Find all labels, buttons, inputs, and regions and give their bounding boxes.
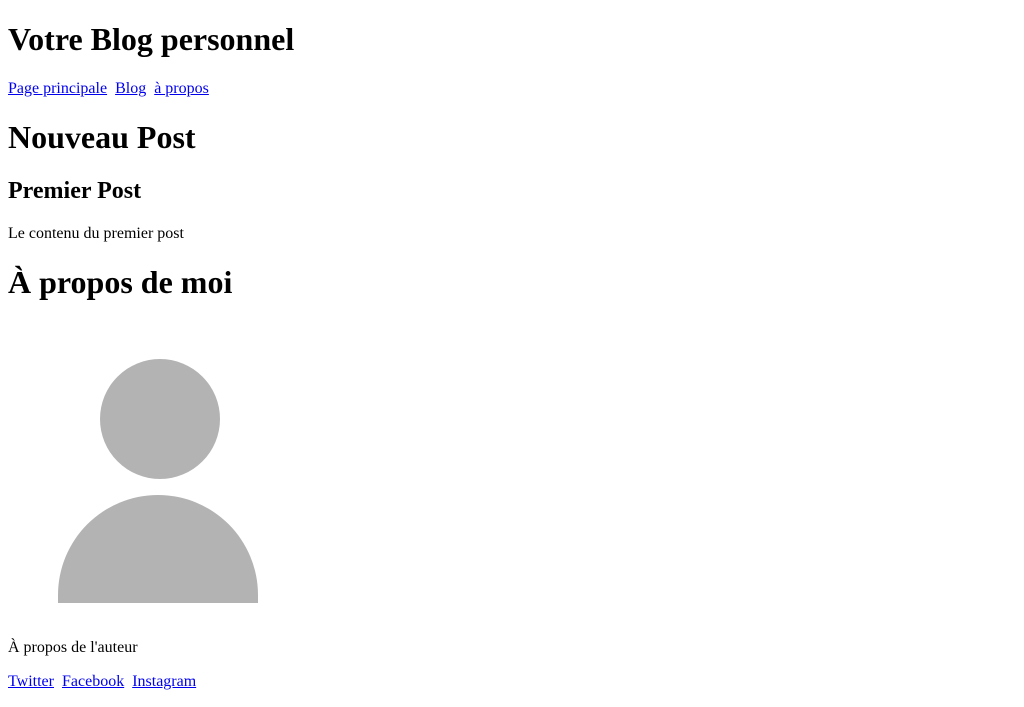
post-content: Le contenu du premier post [8,225,1016,243]
nav-link-blog[interactable]: Blog [115,80,146,97]
about-heading: À propos de moi [8,264,1016,301]
site-title: Votre Blog personnel [8,21,1016,58]
about-author-text: À propos de l'auteur [8,639,1016,657]
author-avatar [8,323,1016,623]
posts-section-heading: Nouveau Post [8,119,1016,156]
nav-link-home[interactable]: Page principale [8,80,107,97]
nav-link-about[interactable]: à propos [154,80,209,97]
main-nav: Page principale Blog à propos [8,80,1016,98]
avatar-placeholder-icon [8,323,308,623]
post-title: Premier Post [8,178,1016,205]
social-links: Twitter Facebook Instagram [8,673,1016,691]
